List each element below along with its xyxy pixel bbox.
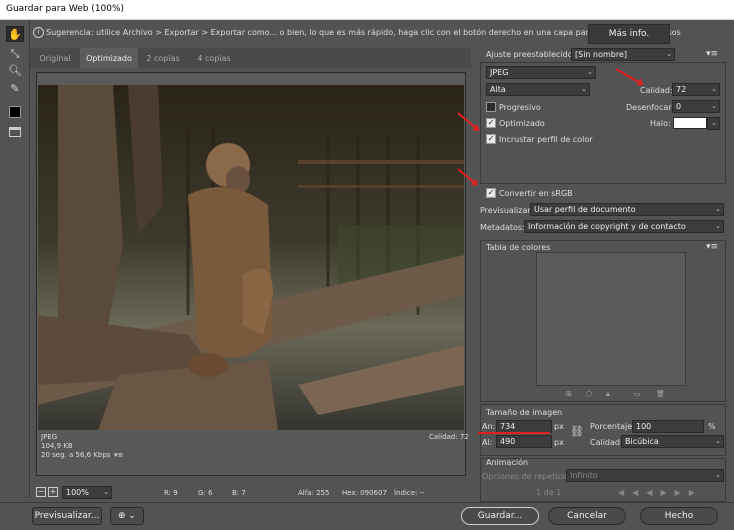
done-button[interactable]: Hecho [640, 507, 718, 525]
zoom-out-icon[interactable]: − [36, 487, 46, 497]
format-select[interactable]: JPEG ⌄ [486, 66, 596, 79]
eyedropper-color-swatch[interactable] [6, 104, 24, 120]
preview-format: JPEG [41, 433, 58, 441]
preview-size: 104,9 KB [41, 442, 73, 450]
frame-counter: 1 de 1 [536, 488, 562, 497]
hint-text: Sugerencia: utilice Archivo > Exportar >… [46, 28, 681, 37]
embed-profile-label: Incrustar perfil de color [499, 135, 593, 144]
blue-readout: B: 7 [232, 489, 246, 497]
preset-label: Ajuste preestablecido: [486, 50, 576, 59]
cancel-button[interactable]: Cancelar [548, 507, 626, 525]
percent-input[interactable]: 100 [632, 420, 704, 433]
map-color-icon[interactable]: ⊞ [566, 390, 572, 398]
lock-color-icon[interactable]: 🔒︎ [606, 390, 610, 399]
blur-input[interactable]: 0 ⌄ [672, 100, 720, 113]
loop-label: Opciones de repetición: [482, 472, 577, 481]
preview-in-browser-button[interactable]: Previsualizar... [32, 507, 102, 525]
dialog-buttons: Previsualizar... ⊕ ⌄ Guardar... Cancelar… [0, 502, 734, 530]
title-bar: Guardar para Web (100%) [0, 0, 734, 20]
embed-profile-checkbox[interactable]: ✓ [486, 134, 496, 144]
progressive-checkbox[interactable] [486, 102, 496, 112]
resample-label: Calidad: [590, 438, 623, 447]
preview-profile-label: Previsualizar: [480, 206, 534, 215]
delete-color-icon[interactable]: 🗑︎ [656, 390, 665, 398]
loop-select[interactable]: Infinito ⌄ [566, 469, 724, 482]
zoom-in-icon[interactable]: + [48, 487, 58, 497]
preview-timing: 20 seg. a 56,6 Kbps [41, 451, 111, 459]
quality-level-select[interactable]: Alta ⌄ [486, 83, 590, 96]
convert-srgb-label: Convertir en sRGB [499, 189, 573, 198]
link-icon[interactable]: ⛓ [570, 425, 584, 438]
tab-optimized[interactable]: Optimizado [80, 48, 138, 68]
height-input[interactable]: 490 [496, 435, 552, 448]
tool-bar: ✋ ⤡ 🔍︎ ✎ [0, 20, 30, 498]
zoom-select[interactable]: 100% ⌄ [62, 486, 112, 499]
width-unit: px [554, 422, 564, 431]
height-unit: px [554, 438, 564, 447]
info-icon: i [33, 27, 44, 38]
download-rate-menu-icon[interactable]: ▾≡ [114, 451, 123, 459]
baboon-photo [38, 85, 464, 430]
browser-select-button[interactable]: ⊕ ⌄ [110, 507, 144, 525]
tab-original[interactable]: Original [30, 48, 80, 68]
hex-readout: Hex: 090607 [342, 489, 387, 497]
blur-label: Desenfocar: [626, 103, 675, 112]
optimized-checkbox[interactable]: ✓ [486, 118, 496, 128]
hand-tool-icon[interactable]: ✋ [6, 26, 24, 42]
convert-srgb-checkbox[interactable]: ✓ [486, 188, 496, 198]
preview-profile-select[interactable]: Usar perfil de documento ⌄ [530, 203, 724, 216]
percent-unit: % [708, 422, 716, 431]
optimized-label: Optimizado [499, 119, 545, 128]
zoom-tool-icon[interactable]: 🔍︎ [6, 62, 24, 78]
percent-label: Porcentaje: [590, 422, 635, 431]
window-title: Guardar para Web (100%) [6, 4, 125, 14]
color-table-title: Tabla de colores [486, 243, 551, 252]
metadata-select[interactable]: Información de copyright y de contacto ⌄ [524, 220, 724, 233]
index-readout: Índice: -- [394, 489, 425, 497]
tab-4-up[interactable]: 4 copias [188, 48, 240, 68]
animation-title: Animación [486, 458, 529, 467]
preview-info: JPEG 104,9 KB 20 seg. a 56,6 Kbps ▾≡ Cal… [38, 430, 469, 474]
alpha-readout: Alfa: 255 [298, 489, 330, 497]
width-label: An: [482, 422, 496, 431]
red-readout: R: 9 [164, 489, 178, 497]
color-table-menu-icon[interactable]: ▾≡ [706, 242, 718, 252]
matte-color-swatch[interactable] [673, 117, 707, 129]
toggle-slices-icon[interactable] [6, 124, 24, 140]
quality-label: Calidad: [640, 86, 673, 95]
green-readout: G: 6 [198, 489, 213, 497]
matte-select[interactable]: ⌄ [707, 117, 720, 130]
annotation-underline-size [478, 432, 550, 434]
eyedropper-tool-icon[interactable]: ✎ [6, 80, 24, 96]
progressive-label: Progresivo [499, 103, 541, 112]
web-shift-icon[interactable]: ⬡ [586, 390, 592, 398]
view-tabs: Original Optimizado 2 copias 4 copias [30, 48, 471, 68]
resample-select[interactable]: Bicúbica ⌄ [621, 435, 724, 448]
tab-2-up[interactable]: 2 copias [138, 48, 188, 68]
animation-controls[interactable]: ◀◀◀▶▶▶ [618, 488, 703, 497]
hint-bar: i Sugerencia: utilice Archivo > Exportar… [30, 24, 681, 42]
new-color-icon[interactable]: ▭ [634, 390, 641, 398]
preset-menu-icon[interactable]: ▾≡ [706, 49, 718, 59]
image-size-title: Tamaño de imagen [486, 408, 563, 417]
metadata-label: Metadatos: [480, 223, 525, 232]
preset-select[interactable]: [Sin nombre] ⌄ [571, 48, 675, 61]
matte-label: Halo: [650, 119, 671, 128]
preview-image[interactable] [38, 85, 464, 430]
quality-input[interactable]: 72 ⌄ [672, 83, 720, 96]
slice-select-tool-icon[interactable]: ⤡ [6, 46, 24, 62]
save-button[interactable]: Guardar... [461, 507, 539, 525]
status-bar: − + 100% ⌄ R: 9 G: 6 B: 7 Alfa: 255 Hex: … [30, 486, 471, 502]
more-info-button[interactable]: Más info. [588, 24, 670, 44]
preview-quality: Calidad: 72 [429, 433, 469, 441]
height-label: Al: [482, 438, 493, 447]
color-table-grid[interactable] [536, 252, 686, 386]
